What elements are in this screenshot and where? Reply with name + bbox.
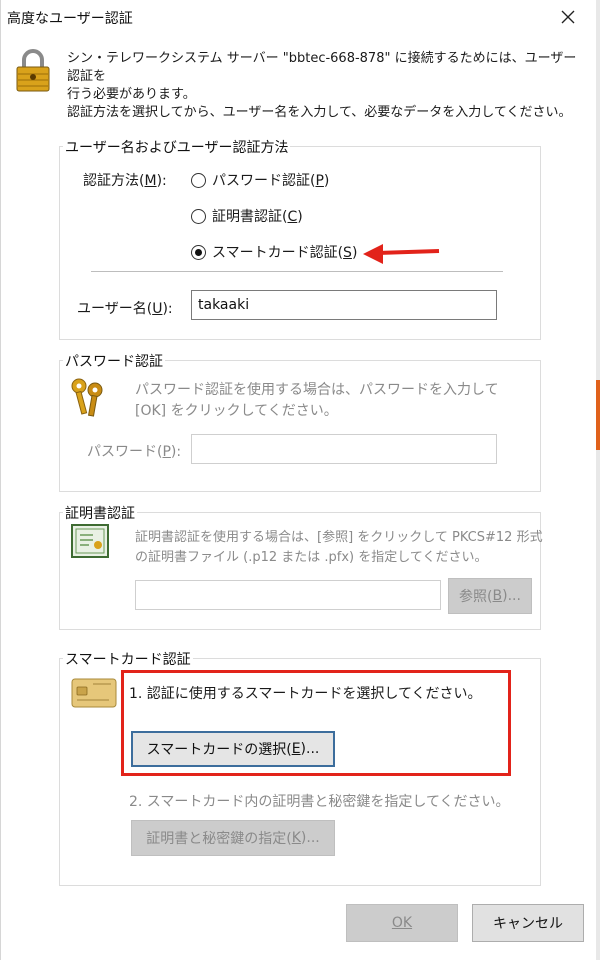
password-input[interactable] <box>191 434 497 464</box>
smartcard-step-2: 2. スマートカード内の証明書と秘密鍵を指定してください。 <box>129 794 510 810</box>
password-description: パスワード認証を使用する場合は、パスワードを入力して [OK] をクリックしてく… <box>135 380 499 422</box>
window-title: 高度なユーザー認証 <box>7 11 133 27</box>
close-icon <box>561 10 575 24</box>
cert-desc-line-1: 証明書認証を使用する場合は、[参照] をクリックして PKCS#12 形式 <box>135 530 543 545</box>
browse-button[interactable]: 参照(B)... <box>448 578 532 614</box>
background-strip <box>596 0 600 960</box>
radio-smartcard-auth[interactable]: スマートカード認証(S) <box>191 242 357 262</box>
red-arrow-annotation <box>363 244 440 264</box>
auth-method-label: 認証方法(M): <box>83 173 167 189</box>
radio-cert-auth-circle <box>191 208 206 224</box>
smartcard-group-title: スマートカード認証 <box>63 649 193 669</box>
password-desc-line-1: パスワード認証を使用する場合は、パスワードを入力して <box>135 382 499 398</box>
cert-group-title: 証明書認証 <box>63 503 137 523</box>
radio-password-auth-label: パスワード認証(P) <box>212 173 330 189</box>
specify-cert-key-button[interactable]: 証明書と秘密鍵の指定(K)... <box>131 820 335 856</box>
password-desc-line-2: [OK] をクリックしてください。 <box>135 403 338 419</box>
header-line-2: 行う必要があります。 <box>67 87 196 102</box>
cert-desc-line-2: の証明書ファイル (.p12 または .pfx) を指定してください。 <box>135 550 488 565</box>
smartcard-icon <box>71 678 117 708</box>
username-label: ユーザー名(U): <box>77 301 173 317</box>
certificate-icon <box>71 524 109 558</box>
password-label: パスワード(P): <box>87 444 182 460</box>
radio-smartcard-auth-label: スマートカード認証(S) <box>212 245 358 261</box>
radio-cert-auth-label: 証明書認証(C) <box>212 209 303 225</box>
cert-description: 証明書認証を使用する場合は、[参照] をクリックして PKCS#12 形式 の証… <box>135 528 543 568</box>
background-accent <box>596 380 600 450</box>
close-button[interactable] <box>553 2 583 32</box>
radio-password-auth[interactable]: パスワード認証(P) <box>191 170 329 190</box>
lock-icon <box>16 49 50 92</box>
password-group-title: パスワード認証 <box>63 351 165 371</box>
cert-file-input[interactable] <box>135 580 441 610</box>
ok-button[interactable]: OK <box>346 904 458 942</box>
keys-icon <box>71 378 103 417</box>
radio-cert-auth[interactable]: 証明書認証(C) <box>191 206 303 226</box>
title-bar: 高度なユーザー認証 <box>1 0 597 34</box>
cancel-button[interactable]: キャンセル <box>472 904 584 942</box>
header-line-1: シン・テレワークシステム サーバー "bbtec-668-878" に接続するた… <box>67 51 577 84</box>
header-message: シン・テレワークシステム サーバー "bbtec-668-878" に接続するた… <box>67 50 587 122</box>
username-input[interactable] <box>191 290 497 320</box>
header-line-3: 認証方法を選択してから、ユーザー名を入力して、必要なデータを入力してください。 <box>67 105 572 120</box>
radio-password-auth-circle <box>191 172 206 188</box>
red-highlight-annotation <box>121 670 511 776</box>
auth-dialog: 高度なユーザー認証 シン・テレワークシステム サーバー "bbtec-668-8… <box>0 0 600 960</box>
user-group-divider <box>91 271 503 272</box>
radio-smartcard-auth-circle <box>191 244 206 260</box>
user-group-title: ユーザー名およびユーザー認証方法 <box>63 137 291 157</box>
ok-button-label: OK <box>391 915 413 931</box>
